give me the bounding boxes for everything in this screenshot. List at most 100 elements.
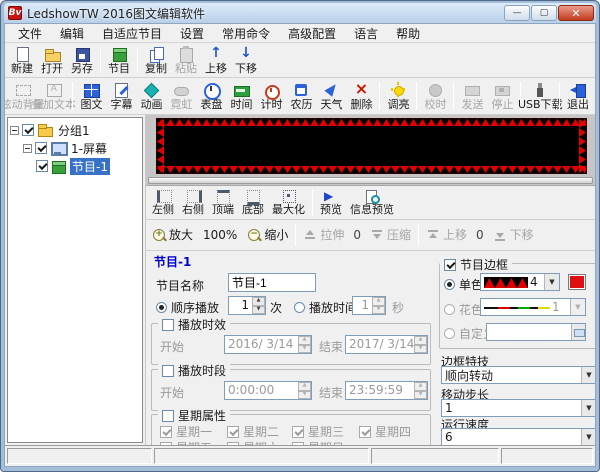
brightness-button[interactable]: 调亮 [383,79,413,113]
menu-file[interactable]: 文件 [9,24,51,43]
border-triangles-top [157,119,586,126]
play-time-radio[interactable]: 播放时间 [294,299,357,316]
weather-icon [323,82,339,98]
open-button[interactable]: 打开 [37,44,67,76]
mono-border-combo[interactable]: 4 [480,273,560,291]
move-down-button[interactable]: 下移 [231,44,261,76]
maximize-button[interactable]: ▢ [531,5,557,21]
run-speed-combo[interactable]: 6 [441,428,595,445]
stop-icon [494,82,510,98]
animation-icon [143,82,159,98]
zoom-in-button[interactable]: 放大 [148,221,197,249]
send-button: 发送 [457,79,487,113]
stretch-button: 拉伸 [299,221,348,249]
subtitle-button[interactable]: 字幕 [106,79,136,113]
spin-up-icon [414,336,427,345]
monday-checkbox: 星期一 [160,423,212,440]
screen-checkbox[interactable] [35,142,47,154]
week-checkbox[interactable] [162,410,174,422]
menu-help[interactable]: 帮助 [387,24,429,43]
menu-settings[interactable]: 设置 [171,24,213,43]
tree-item-screen[interactable]: 1-屏幕 [10,139,140,157]
time-button[interactable]: 时间 [226,79,256,113]
timer-button[interactable]: 计时 [256,79,286,113]
save-as-button[interactable]: 另存 [67,44,97,76]
radio-icon[interactable] [294,302,305,313]
program-checkbox[interactable] [36,160,48,172]
validity-checkbox[interactable] [162,319,174,331]
program-header: 节目-1 [154,253,191,270]
spin-down-icon [414,345,427,354]
sequence-play-radio[interactable]: 顺序播放 [156,299,219,316]
graphic-text-button[interactable]: 图文 [76,79,106,113]
spin-down-icon[interactable] [252,306,265,315]
animation-button[interactable]: 动画 [136,79,166,113]
menu-advanced-config[interactable]: 高级配置 [279,24,345,43]
toolbar-separator [312,190,313,215]
radio-icon[interactable] [156,302,167,313]
program-name-input[interactable] [228,273,316,292]
close-button[interactable]: ✕ [558,5,594,21]
minimize-button[interactable]: — [504,5,530,21]
mono-color-radio[interactable]: 单色 [444,276,483,293]
spin-up-icon[interactable] [252,297,265,306]
usb-download-button[interactable]: USB下载 [524,79,556,113]
preview-button[interactable]: 预览 [316,187,346,218]
weather-button[interactable]: 天气 [316,79,346,113]
border-effect-combo[interactable]: 顺向转动 [441,366,595,384]
open-folder-icon [44,46,60,62]
timeslot-checkbox[interactable] [162,365,174,377]
zoom-out-button[interactable]: 缩小 [243,221,292,249]
align-top-button[interactable]: 顶端 [208,187,238,218]
program-border-checkbox[interactable] [444,259,456,271]
program-tree: 分组1 1-屏幕 节目-1 [7,117,143,443]
menu-common-commands[interactable]: 常用命令 [213,24,279,43]
spin-down-icon [298,391,311,400]
play-count-unit: 次 [270,299,282,316]
align-bottom-button[interactable]: 底部 [238,187,268,218]
radio-icon[interactable] [444,279,455,290]
tree-item-program[interactable]: 节目-1 [10,157,140,175]
move-up-button[interactable]: 上移 [201,44,231,76]
main-toolbar: 新建 打开 另存 节目 复制 粘贴 上移 下移 [5,43,595,78]
move-step-combo[interactable]: 1 [441,399,595,417]
menu-edit[interactable]: 编辑 [51,24,93,43]
dropdown-arrow-icon[interactable] [581,400,595,416]
dropdown-arrow-icon[interactable] [581,367,595,383]
tree-item-label[interactable]: 分组1 [56,122,92,139]
mono-border-value: 4 [530,275,538,289]
delete-button[interactable]: 删除 [346,79,376,113]
align-left-button[interactable]: 左侧 [148,187,178,218]
group-checkbox[interactable] [22,124,34,136]
new-button[interactable]: 新建 [7,44,37,76]
horizontal-scrollbar[interactable] [148,177,593,184]
floppy-disk-icon [74,46,90,62]
play-count-spinner[interactable]: 1 [228,296,266,315]
toolbar-separator [559,82,560,110]
tree-item-label-selected[interactable]: 节目-1 [70,158,110,175]
thursday-checkbox: 星期四 [359,423,411,440]
program-button[interactable]: 节目 [104,44,134,76]
led-screen[interactable] [156,118,587,174]
clock-dial-button[interactable]: 表盘 [196,79,226,113]
toolbar-separator [418,224,419,246]
zoom-level: 100% [197,228,243,242]
collapse-icon[interactable] [23,144,32,153]
tuesday-checkbox: 星期二 [227,423,279,440]
copy-button[interactable]: 复制 [141,44,171,76]
dropdown-arrow-icon[interactable] [581,429,595,445]
program-properties-form: 节目-1 节目名称 顺序播放 1 次 播放时间 [146,251,595,445]
align-right-button[interactable]: 右侧 [178,187,208,218]
menu-language[interactable]: 语言 [345,24,387,43]
lunar-calendar-button[interactable]: 农历 [286,79,316,113]
tree-item-label[interactable]: 1-屏幕 [69,140,109,157]
dropdown-arrow-icon[interactable] [544,274,559,290]
exit-button[interactable]: 退出 [563,79,593,113]
maximize-area-button[interactable]: 最大化 [268,187,309,218]
tree-item-group[interactable]: 分组1 [10,121,140,139]
info-preview-button[interactable]: 信息预览 [346,187,398,218]
pattern-line-preview [484,303,550,312]
menu-adaptive-program[interactable]: 自适应节目 [93,24,171,43]
border-color-swatch[interactable] [568,274,586,290]
collapse-icon[interactable] [10,126,19,135]
